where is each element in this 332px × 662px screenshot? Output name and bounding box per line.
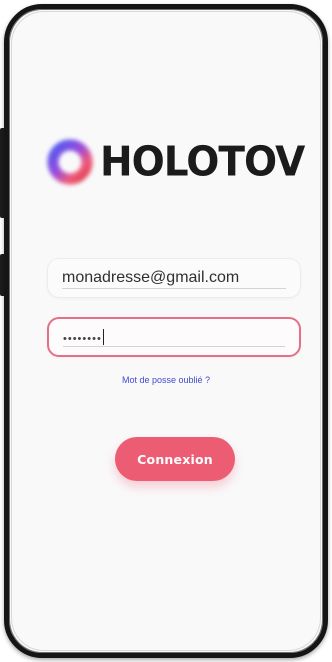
gradient-ring-logo-icon (47, 139, 93, 185)
email-underline (62, 288, 286, 289)
brand-logo: HOLOTOV (44, 137, 306, 187)
password-value: •••••••• (63, 329, 104, 345)
forgot-password-link[interactable]: Mot de posse oublié ? (0, 375, 332, 385)
email-value: monadresse@gmail.com (62, 269, 240, 286)
text-caret (102, 329, 104, 345)
password-field[interactable]: •••••••• (47, 317, 301, 357)
email-field[interactable]: monadresse@gmail.com (47, 258, 301, 298)
login-button[interactable]: Connexion (115, 437, 235, 481)
password-underline (63, 346, 285, 347)
brand-name: HOLOTOV (100, 138, 305, 186)
screen: HOLOTOV monadresse@gmail.com •••••••• Mo… (0, 0, 332, 662)
password-mask: •••••••• (63, 333, 102, 345)
